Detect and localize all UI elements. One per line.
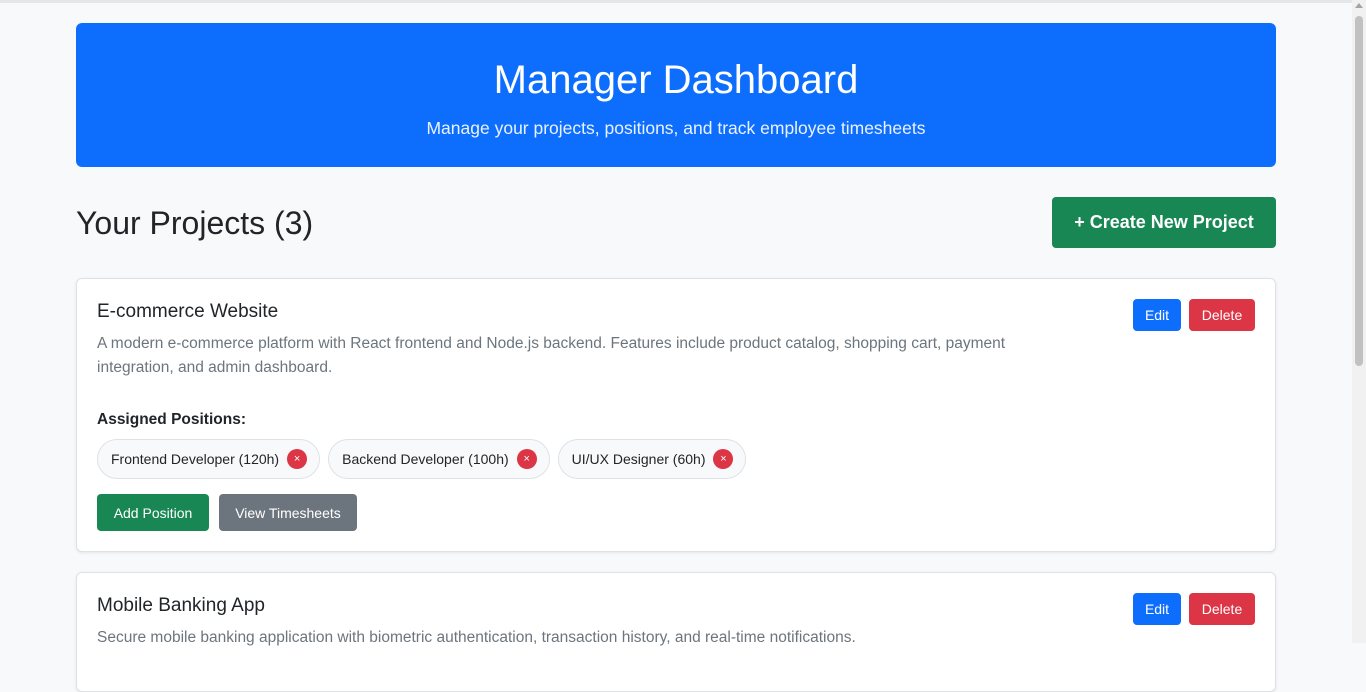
position-chip: Backend Developer (100h) ×: [328, 439, 550, 479]
scroll-up-arrow-icon[interactable]: [1355, 3, 1363, 8]
position-chip-label: Frontend Developer (120h): [111, 451, 280, 467]
position-chip-label: UI/UX Designer (60h): [571, 451, 706, 467]
add-position-button[interactable]: Add Position: [97, 494, 209, 531]
top-border: [0, 0, 1352, 3]
project-title: Mobile Banking App: [97, 595, 265, 616]
vertical-scrollbar[interactable]: [1352, 0, 1366, 643]
project-title: E-commerce Website: [97, 301, 279, 322]
edit-project-button[interactable]: Edit: [1133, 593, 1181, 625]
position-chip: Frontend Developer (120h) ×: [97, 439, 321, 479]
view-timesheets-button[interactable]: View Timesheets: [219, 494, 357, 531]
scrollbar-thumb[interactable]: [1355, 16, 1363, 366]
page-title: Manager Dashboard: [493, 58, 859, 102]
project-description: A modern e-commerce platform with React …: [97, 335, 1006, 376]
delete-project-button[interactable]: Delete: [1189, 593, 1255, 625]
remove-position-icon[interactable]: ×: [713, 449, 734, 469]
project-card: E-commerce Website A modern e-commerce p…: [76, 278, 1276, 552]
project-actions: Edit Delete: [1133, 593, 1255, 625]
dashboard-header: Manager Dashboard Manage your projects, …: [76, 23, 1276, 167]
main-container: Manager Dashboard Manage your projects, …: [76, 23, 1276, 692]
position-chip: UI/UX Designer (60h) ×: [557, 439, 747, 479]
create-project-button[interactable]: + Create New Project: [1052, 197, 1276, 248]
edit-project-button[interactable]: Edit: [1133, 299, 1181, 331]
page-subtitle: Manage your projects, positions, and tra…: [426, 118, 926, 138]
remove-position-icon[interactable]: ×: [287, 449, 308, 469]
project-description: Secure mobile banking application with b…: [97, 629, 856, 646]
delete-project-button[interactable]: Delete: [1189, 299, 1255, 331]
project-actions: Edit Delete: [1133, 299, 1255, 331]
assigned-positions-label: Assigned Positions:: [97, 411, 246, 428]
position-chip-label: Backend Developer (100h): [342, 451, 509, 467]
project-card: Mobile Banking App Secure mobile banking…: [76, 572, 1276, 692]
remove-position-icon[interactable]: ×: [516, 449, 537, 469]
projects-heading: Your Projects (3): [76, 204, 314, 241]
projects-section-header: Your Projects (3) + Create New Project: [76, 197, 1276, 248]
project-bottom-actions: Add Position View Timesheets: [97, 494, 1255, 531]
position-chips: Frontend Developer (120h) × Backend Deve…: [97, 439, 1255, 479]
